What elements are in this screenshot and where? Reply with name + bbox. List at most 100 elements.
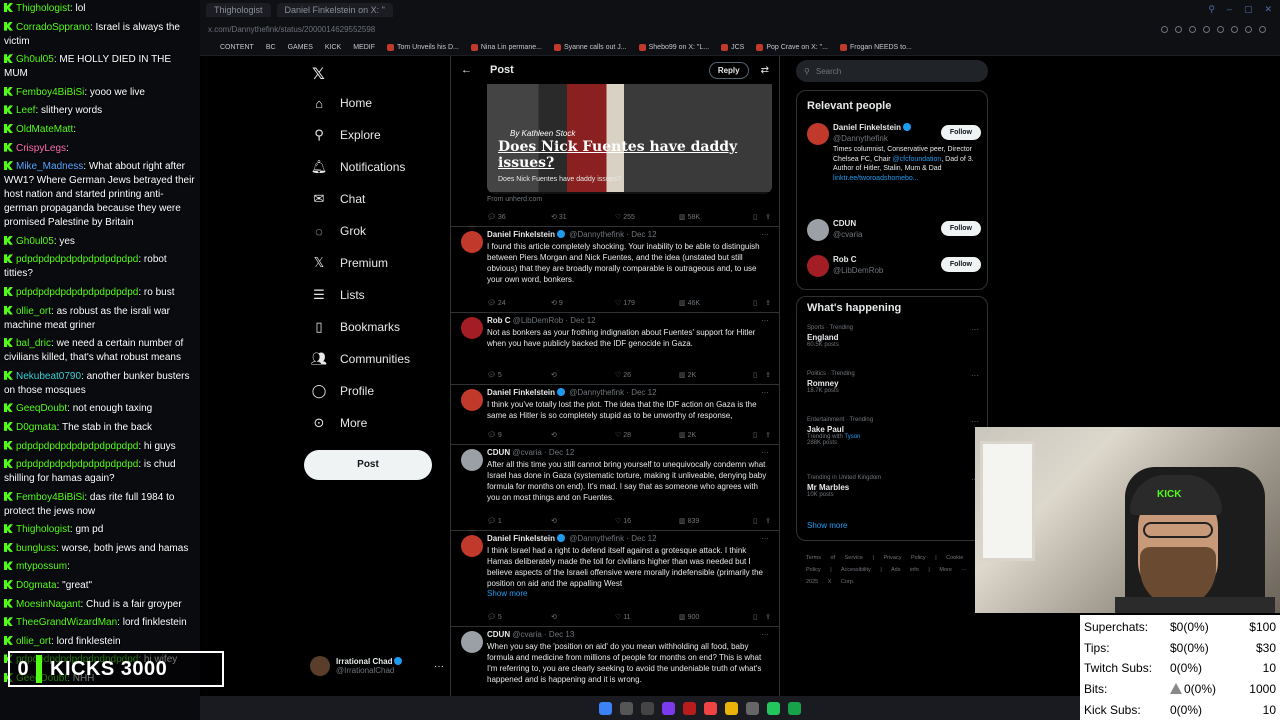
show-more-link[interactable]: Show more	[487, 589, 773, 598]
trend-item[interactable]: Trending in United Kingdom Mr Marbles 10K …	[807, 475, 981, 498]
trend-name[interactable]: Jake Paul	[807, 425, 981, 434]
tweet[interactable]: Daniel Finkelstein @Dannythefink · Dec 1…	[451, 530, 779, 626]
more-icon[interactable]: ···	[971, 371, 979, 380]
share-icon[interactable]: ⇪	[757, 431, 771, 439]
show-more-link[interactable]: Show more	[807, 521, 847, 530]
url-text[interactable]: x.com/Dannythefink/status/20000146295525…	[208, 25, 375, 34]
author-name[interactable]: Daniel Finkelstein	[487, 534, 555, 543]
app-icon[interactable]	[683, 701, 696, 715]
account-switcher[interactable]: Irrational Chad @IrrationalChad ···	[310, 656, 444, 676]
bookmark-icon[interactable]: ▯	[743, 213, 757, 221]
chat-username[interactable]: pdpdpdpdpdpdpdpdpdpdpd	[16, 254, 138, 265]
like-action[interactable]: ♡ 255	[615, 213, 679, 221]
repost-action[interactable]: ⟲	[551, 613, 615, 621]
search-input[interactable]: ⚲ Search	[796, 60, 988, 82]
avatar[interactable]	[807, 255, 829, 277]
like-action[interactable]: ♡ 16	[615, 517, 679, 525]
chat-username[interactable]: Gh0ul05	[16, 54, 54, 65]
chat-username[interactable]: GeeqDoubt	[16, 403, 67, 414]
views-action[interactable]: ▥ 2K	[679, 431, 743, 439]
bookmark-item[interactable]: Tom Unveils his D...	[387, 43, 459, 51]
chat-username[interactable]: Femboy4BiBiSi	[16, 87, 84, 98]
start-icon[interactable]	[599, 701, 612, 715]
trend-name[interactable]: Mr Marbles	[807, 483, 981, 492]
folder-icon[interactable]	[725, 701, 738, 715]
trend-item[interactable]: Entertainment · Trending Jake Paul Trendin…	[807, 417, 981, 446]
views-action[interactable]: ▥ 900	[679, 613, 743, 621]
share-icon[interactable]: ⇪	[757, 613, 771, 621]
bookmark-item[interactable]: JCS	[721, 43, 744, 51]
author-handle[interactable]: @Dannythefink · Dec 12	[569, 230, 656, 239]
share-icon[interactable]: ⇪	[757, 299, 771, 307]
tweet[interactable]: Daniel Finkelstein @Dannythefink · Dec 1…	[451, 226, 779, 312]
author-handle[interactable]: @cvaria · Dec 13	[512, 630, 574, 639]
repost-action[interactable]: ⟲	[551, 517, 615, 525]
more-icon[interactable]: ···	[761, 448, 769, 457]
nav-item-communities[interactable]: 👥︎ Communities	[311, 351, 410, 366]
reply-action[interactable]: 💬︎ 24	[487, 299, 551, 307]
nav-item-chat[interactable]: ✉ Chat	[312, 191, 366, 206]
reply-action[interactable]: 💬︎ 9	[487, 431, 551, 439]
avatar[interactable]	[807, 219, 829, 241]
extension-icon[interactable]	[1259, 25, 1266, 33]
card-headline[interactable]: Does Nick Fuentes have daddy issues?	[498, 139, 738, 171]
maximize-icon[interactable]: ▢	[1244, 4, 1253, 15]
bookmark-icon[interactable]: ▯	[743, 613, 757, 621]
tweet[interactable]: CDUN @cvaria · Dec 13 ··· When you say the…	[451, 626, 779, 696]
extension-icon[interactable]	[1217, 25, 1224, 33]
more-icon[interactable]: ···	[434, 661, 444, 672]
address-bar[interactable]: x.com/Dannythefink/status/20000146295525…	[200, 20, 1280, 38]
browser-icon[interactable]	[704, 701, 717, 715]
views-action[interactable]: ▥ 46K	[679, 299, 743, 307]
chat-username[interactable]: ollie_ort	[16, 306, 51, 317]
person-handle[interactable]: @LibDemRob	[833, 266, 883, 275]
person-handle[interactable]: @cvaria	[833, 230, 862, 239]
chat-username[interactable]: Femboy4BiBiSi	[16, 492, 84, 503]
avatar[interactable]	[461, 389, 483, 411]
chat-username[interactable]: Thighologist	[16, 524, 70, 535]
bookmark-item[interactable]: Pop Crave on X: "...	[756, 43, 828, 51]
author-handle[interactable]: @Dannythefink · Dec 12	[569, 388, 656, 397]
bookmark-icon[interactable]: ▯	[743, 371, 757, 379]
follow-button[interactable]: Follow	[940, 125, 981, 140]
reply-button[interactable]: Reply	[708, 61, 749, 79]
chat-username[interactable]: bal_dric	[16, 338, 51, 349]
avatar[interactable]	[807, 123, 829, 145]
extension-icon[interactable]	[1189, 25, 1196, 33]
zoom-icon[interactable]	[1161, 25, 1168, 33]
reply-action[interactable]: 💬︎ 5	[487, 613, 551, 621]
browser-tab[interactable]: Thighologist	[206, 3, 271, 17]
nav-item-premium[interactable]: 𝕏 Premium	[312, 255, 388, 270]
search-icon[interactable]: ⚲	[1208, 4, 1215, 15]
author-name[interactable]: Daniel Finkelstein	[487, 388, 555, 397]
avatar[interactable]	[461, 631, 483, 653]
person-handle[interactable]: @Dannythefink	[833, 134, 888, 143]
more-icon[interactable]: ···	[761, 230, 769, 239]
back-arrow-icon[interactable]: ←	[461, 64, 472, 76]
views-action[interactable]: ▥ 58K	[679, 213, 743, 221]
reply-action[interactable]: 💬︎ 1	[487, 517, 551, 525]
share-icon[interactable]: ⇪	[757, 371, 771, 379]
app-icon[interactable]	[788, 701, 801, 715]
chat-username[interactable]: Gh0ul05	[16, 236, 54, 247]
bio-mention-link[interactable]: @cfcfoundation	[893, 156, 942, 163]
app-icon[interactable]	[746, 701, 759, 715]
author-handle[interactable]: @Dannythefink · Dec 12	[569, 534, 656, 543]
bookmark-icon[interactable]: ▯	[743, 517, 757, 525]
nav-item-grok[interactable]: ◌ Grok	[312, 224, 366, 239]
close-icon[interactable]: ✕	[1264, 4, 1272, 15]
tweet[interactable]: CDUN @cvaria · Dec 12 ··· After all this t…	[451, 444, 779, 530]
chat-username[interactable]: TheeGrandWizardMan	[16, 617, 117, 628]
chat-username[interactable]: Thighologist	[16, 3, 70, 14]
bookmark-item[interactable]: GAMES	[288, 44, 313, 51]
more-icon[interactable]: ···	[971, 417, 979, 426]
more-icon[interactable]: ···	[761, 388, 769, 397]
minimize-icon[interactable]: –	[1227, 4, 1232, 15]
bookmark-item[interactable]: Nina Lin permane...	[470, 43, 542, 51]
reply-action[interactable]: 💬︎ 5	[487, 371, 551, 379]
x-logo-icon[interactable]: 𝕏	[312, 64, 325, 84]
chat-username[interactable]: pdpdpdpdpdpdpdpdpdpdpd	[16, 441, 138, 452]
avatar[interactable]	[461, 535, 483, 557]
chat-username[interactable]: D0gmata	[16, 422, 57, 433]
bookmark-item[interactable]: MEDIF	[353, 44, 375, 51]
